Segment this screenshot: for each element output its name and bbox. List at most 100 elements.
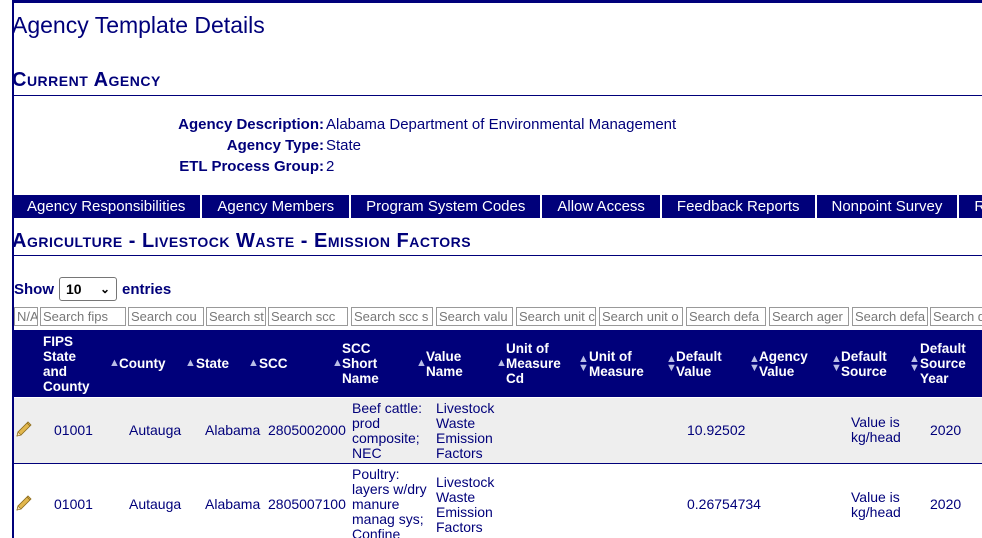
filter-unit[interactable]: Search unit o [599, 307, 683, 326]
tab-truncated[interactable]: R [959, 195, 982, 218]
agency-description-label: Agency Description: [178, 116, 324, 133]
text-line: NEC [352, 445, 382, 461]
col-county[interactable]: County [119, 330, 191, 397]
tab-agency-members[interactable]: Agency Members [202, 195, 352, 218]
cell-fips: 01001 [54, 496, 93, 512]
agency-type-row: Agency Type: State [0, 137, 980, 158]
sort-both-icon[interactable]: ▲ ▼ [909, 330, 920, 397]
text-line: Poultry: [352, 466, 400, 482]
filter-agency-value[interactable]: Search ager [769, 307, 849, 326]
col-unit-cd-line: Measure [506, 356, 561, 371]
cell-county: Autauga [129, 422, 182, 438]
col-unit-line: Measure [589, 363, 644, 379]
col-state[interactable]: State [196, 330, 256, 397]
filter-unit-cd[interactable]: Search unit c [516, 307, 596, 326]
col-default-value[interactable]: Default Value [676, 330, 758, 397]
section-heading: Agriculture - Livestock Waste - Emission… [12, 230, 472, 252]
text-line: Factors [436, 519, 483, 535]
etl-process-group-value: 2 [326, 158, 335, 175]
filter-default-source-year[interactable]: Search d [930, 307, 982, 326]
col-unit-of-measure-cd[interactable]: Unit of Measure Cd [506, 330, 588, 397]
col-scc-short-name[interactable]: SCC Short Name [342, 330, 424, 397]
col-default-source-year[interactable]: Default Source Year [920, 330, 982, 397]
col-agency-value-line: Value [759, 363, 795, 379]
text-line: Waste [436, 415, 476, 431]
show-entries: Show 10 ⌄ entries [14, 277, 171, 301]
cell-state: Alabama [205, 496, 261, 512]
edit-pencil-icon[interactable] [14, 419, 34, 439]
col-fips-line: and [43, 363, 68, 379]
filter-default-value[interactable]: Search defa [686, 307, 766, 326]
cell-value-name: Livestock Waste Emission Factors [436, 401, 494, 461]
tab-bar: Agency Responsibilities Agency Members P… [12, 195, 982, 218]
tab-agency-responsibilities[interactable]: Agency Responsibilities [12, 195, 203, 218]
text-line: Emission [436, 504, 493, 520]
sort-asc-icon[interactable]: ▲ [185, 330, 196, 397]
filter-county[interactable]: Search cou [128, 307, 204, 326]
filter-default-source[interactable]: Search defa [852, 307, 928, 326]
cell-default-source-year: 2020 [930, 496, 962, 512]
show-label: Show [14, 280, 54, 298]
cell-default-source: Value is kg/head [851, 490, 901, 520]
tab-feedback-reports[interactable]: Feedback Reports [662, 195, 817, 218]
col-county-label: County [119, 356, 166, 371]
cell-scc-short-name: Beef cattle: prod composite; NEC [352, 401, 422, 461]
sort-asc-icon[interactable]: ▲ [248, 330, 259, 397]
col-scc-short-name-line: SCC [342, 341, 371, 356]
filter-state[interactable]: Search st [206, 307, 266, 326]
chevron-down-icon: ⌄ [99, 282, 110, 296]
filter-scc-short-name[interactable]: Search scc s [351, 307, 433, 326]
text-line: Waste [436, 489, 476, 505]
text-line: prod [352, 415, 381, 431]
text-line: Value is [851, 489, 900, 505]
column-filters: N/A Search fips Search cou Search st Sea… [14, 307, 982, 326]
text-line: kg/head [851, 504, 901, 520]
text-line: kg/head [851, 429, 901, 445]
etl-process-group-label: ETL Process Group: [179, 158, 324, 175]
text-line: Livestock [436, 400, 495, 416]
entries-label: entries [122, 280, 172, 298]
tab-program-system-codes[interactable]: Program System Codes [351, 195, 543, 218]
table-row: 01001 Autauga Alabama 2805002000 Beef ca… [14, 398, 982, 464]
filter-fips[interactable]: Search fips [40, 307, 126, 326]
cell-scc: 2805002000 [268, 422, 346, 438]
cell-state: Alabama [205, 422, 261, 438]
cell-default-value: 0.26754734 [687, 496, 761, 512]
cell-scc-short-name: Poultry: layers w/dry manure manag sys; … [352, 467, 427, 538]
tab-nonpoint-survey[interactable]: Nonpoint Survey [817, 195, 960, 218]
text-line: manag sys; [352, 511, 424, 527]
cell-value-name: Livestock Waste Emission Factors [436, 475, 494, 535]
col-unit-cd-line: Unit of [506, 341, 549, 356]
filter-scc[interactable]: Search scc [268, 307, 348, 326]
col-unit-of-measure[interactable]: Unit of Measure [589, 330, 673, 397]
text-line: Factors [436, 445, 483, 461]
col-fips-line: State [43, 348, 77, 364]
text-line: Beef cattle: [352, 400, 423, 416]
table-row: 01001 Autauga Alabama 2805007100 Poultry… [14, 465, 982, 538]
col-default-source-year-line: Source [920, 356, 966, 371]
entries-per-page-select[interactable]: 10 ⌄ [59, 277, 117, 301]
filter-value-name[interactable]: Search valu [436, 307, 513, 326]
col-unit-cd-line: Cd [506, 371, 524, 386]
col-value-name-line: Value [426, 348, 462, 364]
col-default-value-line: Value [676, 363, 712, 379]
cell-county: Autauga [129, 496, 182, 512]
text-line: manure [352, 496, 400, 512]
filter-na[interactable]: N/A [14, 307, 38, 326]
table-header: FIPS State and County ▲ County ▲ State ▲… [14, 330, 982, 397]
col-fips-line: FIPS [43, 333, 74, 349]
cell-default-value: 10.92502 [687, 422, 746, 438]
text-line: Emission [436, 430, 493, 446]
tab-allow-access[interactable]: Allow Access [542, 195, 662, 218]
col-scc[interactable]: SCC [259, 330, 339, 397]
text-line: Value is [851, 414, 900, 430]
text-line: composite; [352, 430, 420, 446]
edit-pencil-icon[interactable] [14, 493, 34, 513]
col-agency-value[interactable]: Agency Value [759, 330, 841, 397]
col-default-source-line: Source [841, 363, 887, 379]
col-value-name[interactable]: Value Name [426, 330, 504, 397]
page-title: Agency Template Details [12, 12, 265, 38]
text-line: Confine [352, 526, 401, 538]
sort-both-icon[interactable]: ▲ ▼ [578, 330, 589, 397]
cell-fips: 01001 [54, 422, 93, 438]
